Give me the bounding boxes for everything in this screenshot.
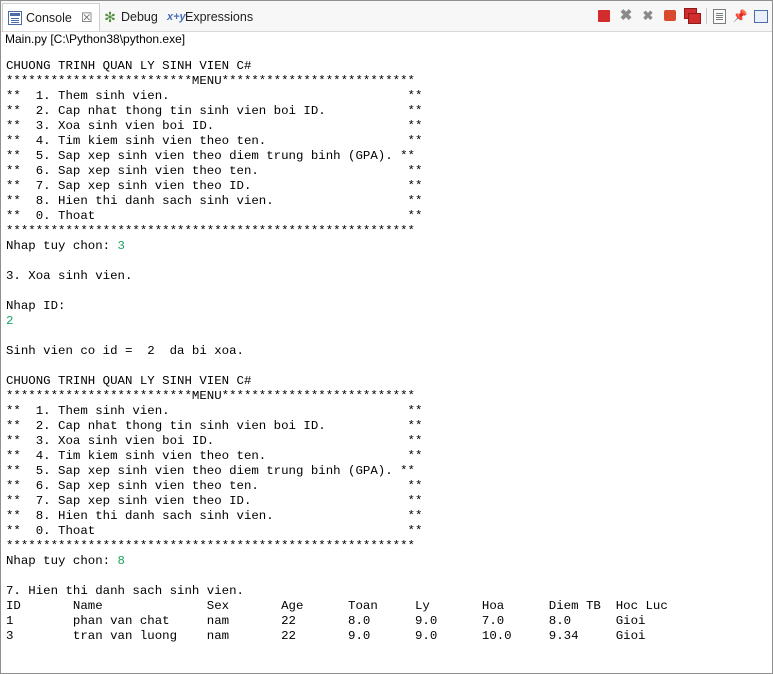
console-line: *************************MENU***********… — [6, 389, 415, 403]
console-line: ** 1. Them sinh vien. ** — [6, 404, 423, 418]
console-line: Sinh vien co id = 2 da bi xoa. — [6, 344, 244, 358]
tab-console-label: Console — [26, 10, 72, 25]
tab-expressions[interactable]: x+y Expressions — [167, 6, 253, 28]
table-row: 3 tran van luong nam 22 9.0 9.0 10.0 9.3… — [6, 629, 646, 643]
console-line: ** 4. Tim kiem sinh vien theo ten. ** — [6, 134, 423, 148]
close-icon[interactable]: ☒ — [81, 10, 93, 26]
console-windows-button[interactable] — [684, 8, 700, 24]
console-line: ** 8. Hien thi danh sach sinh vien. ** — [6, 194, 423, 208]
console-line: CHUONG TRINH QUAN LY SINH VIEN C# — [6, 59, 252, 73]
console-line: *************************MENU***********… — [6, 74, 415, 88]
console-line: ** 5. Sap xep sinh vien theo diem trung … — [6, 464, 415, 478]
console-line: 7. Hien thi danh sach sinh vien. — [6, 584, 244, 598]
bug-icon: ✻ — [104, 9, 116, 25]
user-input: 2 — [6, 314, 14, 328]
remove-launch-button[interactable]: ✖ — [618, 8, 634, 24]
tab-debug-label: Debug — [121, 10, 158, 24]
console-line: Nhap tuy chon: — [6, 239, 118, 253]
console-line: ** 0. Thoat ** — [6, 209, 423, 223]
console-icon — [8, 10, 22, 25]
console-output[interactable]: CHUONG TRINH QUAN LY SINH VIEN C# ******… — [6, 59, 668, 644]
user-input: 8 — [117, 554, 125, 568]
expressions-icon: x+y — [167, 11, 186, 23]
stop-red-button[interactable] — [662, 8, 678, 24]
console-line: ** 8. Hien thi danh sach sinh vien. ** — [6, 509, 423, 523]
console-line: ****************************************… — [6, 224, 415, 238]
tab-expressions-label: Expressions — [185, 10, 254, 24]
remove-launch-icon: ✖ — [619, 7, 633, 24]
pin-console-button[interactable]: 📌 — [732, 8, 748, 24]
console-line: ** 5. Sap xep sinh vien theo diem trung … — [6, 149, 415, 163]
console-line: ** 4. Tim kiem sinh vien theo ten. ** — [6, 449, 423, 463]
user-input: 3 — [117, 239, 125, 253]
console-line: Nhap tuy chon: — [6, 554, 118, 568]
process-label: Main.py [C:\Python38\python.exe] — [5, 32, 186, 46]
console-line: ** 3. Xoa sinh vien boi ID. ** — [6, 119, 423, 133]
console-view: Console ☒ ✻ Debug x+y Expressions ✖ ✖ 📌 … — [0, 0, 773, 674]
console-line: ****************************************… — [6, 539, 415, 553]
terminate-button[interactable] — [596, 8, 612, 24]
console-line: ** 3. Xoa sinh vien boi ID. ** — [6, 434, 423, 448]
console-line: ** 2. Cap nhat thong tin sinh vien boi I… — [6, 104, 423, 118]
stop-red-icon — [664, 10, 676, 21]
remove-all-icon: ✖ — [642, 8, 654, 23]
console-line: ** 6. Sap xep sinh vien theo ten. ** — [6, 479, 423, 493]
tab-console[interactable]: Console ☒ — [2, 3, 100, 31]
view-tab-bar: Console ☒ ✻ Debug x+y Expressions ✖ ✖ 📌 — [1, 1, 772, 32]
display-console-button[interactable] — [754, 9, 768, 23]
console-line: ** 1. Them sinh vien. ** — [6, 89, 423, 103]
console-line: Nhap ID: — [6, 299, 66, 313]
console-line: 3. Xoa sinh vien. — [6, 269, 133, 283]
console-line: ** 2. Cap nhat thong tin sinh vien boi I… — [6, 419, 423, 433]
console-line: ** 6. Sap xep sinh vien theo ten. ** — [6, 164, 423, 178]
pin-console-icon: 📌 — [732, 9, 748, 23]
terminate-icon — [598, 10, 610, 22]
console-line: ** 7. Sap xep sinh vien theo ID. ** — [6, 179, 423, 193]
toolbar-separator — [706, 8, 707, 24]
table-row: 1 phan van chat nam 22 8.0 9.0 7.0 8.0 G… — [6, 614, 646, 628]
remove-all-button[interactable]: ✖ — [640, 8, 656, 24]
console-line: ** 7. Sap xep sinh vien theo ID. ** — [6, 494, 423, 508]
tab-debug[interactable]: ✻ Debug — [103, 6, 158, 28]
console-line: ** 0. Thoat ** — [6, 524, 423, 538]
console-windows-icon — [684, 8, 697, 19]
clear-console-button[interactable] — [713, 8, 726, 24]
console-line: CHUONG TRINH QUAN LY SINH VIEN C# — [6, 374, 252, 388]
console-toolbar: ✖ ✖ 📌 — [596, 8, 768, 24]
table-header: ID Name Sex Age Toan Ly Hoa Diem TB Hoc … — [6, 599, 668, 613]
